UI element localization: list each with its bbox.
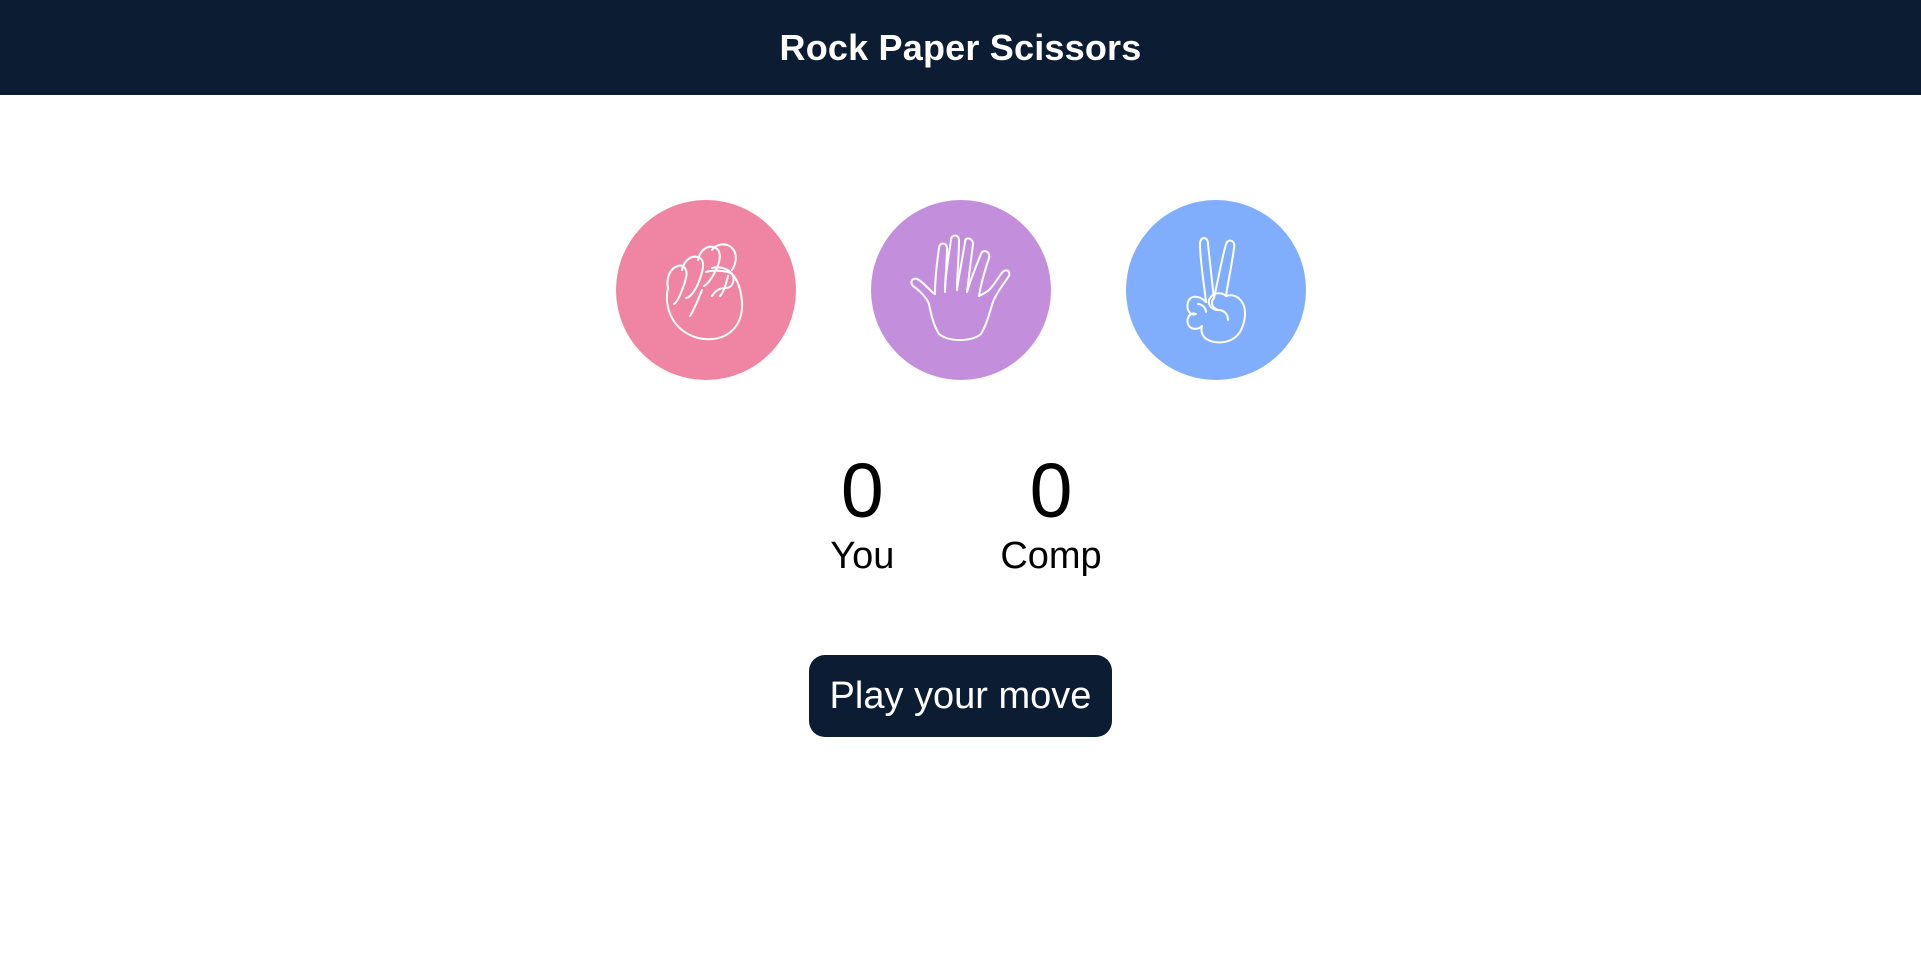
scoreboard: 0 You 0 Comp [0, 448, 1921, 578]
user-score-label: You [830, 535, 895, 577]
rock-choice[interactable] [615, 200, 796, 380]
fist-icon [665, 243, 743, 341]
computer-score: 0 Comp [1000, 448, 1101, 578]
page-title: Rock Paper Scissors [779, 26, 1142, 68]
open-hand-icon [909, 234, 1010, 341]
computer-score-label: Comp [1000, 535, 1102, 577]
user-score-value: 0 [840, 448, 884, 534]
choices-row [0, 200, 1921, 380]
paper-choice[interactable] [870, 200, 1051, 380]
computer-score-value: 0 [1029, 448, 1073, 534]
user-score: 0 You [819, 448, 905, 578]
app-header: Rock Paper Scissors [0, 0, 1921, 95]
scissors-choice[interactable] [1125, 200, 1306, 380]
peace-hand-icon [1186, 237, 1246, 344]
play-move-button[interactable]: Play your move [809, 655, 1112, 737]
